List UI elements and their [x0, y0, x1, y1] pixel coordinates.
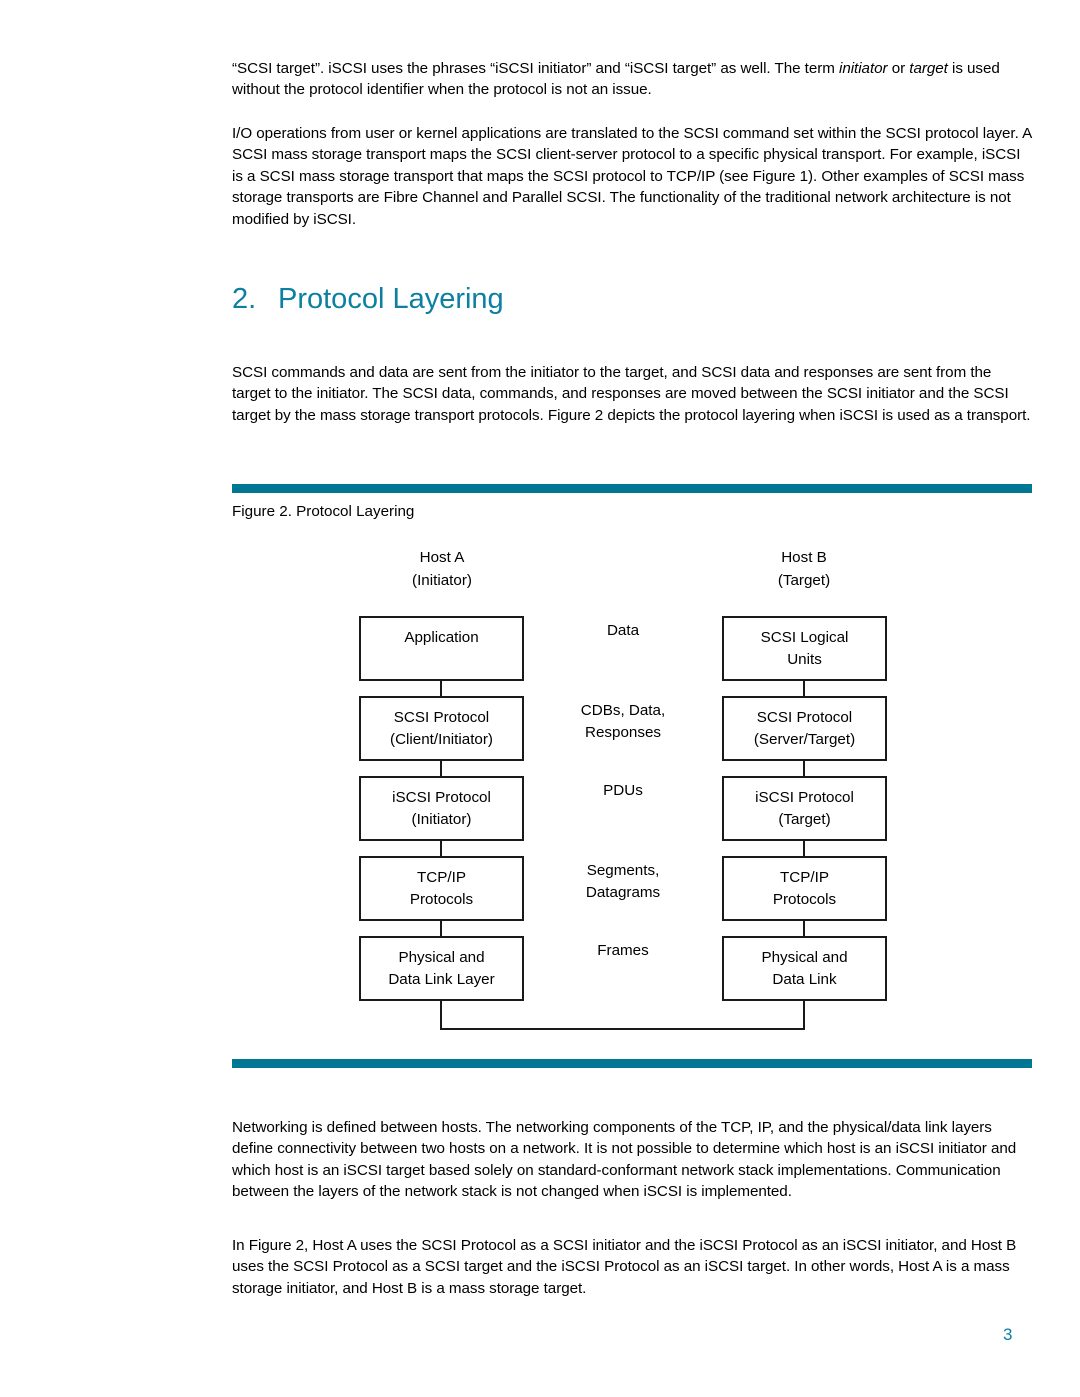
right-layer-box-physical-datalink: Physical and Data Link: [722, 936, 887, 1001]
paragraph-5-block: In Figure 2, Host A uses the SCSI Protoc…: [232, 1235, 1032, 1299]
paragraph-4-block: Networking is defined between hosts. The…: [232, 1117, 1032, 1203]
mid-4-line1: Frames: [597, 942, 649, 959]
right-connector-3: [803, 921, 805, 936]
paragraph-1: “SCSI target”. iSCSI uses the phrases “i…: [232, 58, 1032, 101]
left-box-2-line1: iSCSI Protocol: [392, 789, 491, 806]
middle-label-pdus: PDUs: [533, 780, 713, 802]
page-number: 3: [1003, 1325, 1013, 1344]
mid-2-line1: PDUs: [603, 782, 643, 799]
middle-label-cdbs: CDBs, Data, Responses: [533, 700, 713, 744]
paragraph-1-block: “SCSI target”. iSCSI uses the phrases “i…: [232, 58, 1032, 101]
left-connector-2: [440, 841, 442, 856]
section-heading-block: 2. Protocol Layering: [232, 283, 1032, 316]
right-box-4-line2: Data Link: [772, 971, 837, 988]
host-b-role: (Target): [777, 572, 831, 589]
host-b-name: Host B: [781, 549, 827, 566]
figure-2-diagram: Host A (Initiator) Host B (Target) Appli…: [232, 540, 1032, 1040]
mid-3-line1: Segments,: [586, 862, 660, 879]
left-box-2-line2: (Initiator): [411, 811, 472, 828]
section-title: Protocol Layering: [278, 283, 504, 315]
p1-italic-initiator: initiator: [839, 60, 888, 77]
right-box-2-line2: (Target): [778, 811, 831, 828]
right-connector-2: [803, 841, 805, 856]
left-connector-1: [440, 761, 442, 776]
host-a-label: Host A (Initiator): [342, 546, 542, 592]
host-a-name: Host A: [419, 549, 465, 566]
document-page: “SCSI target”. iSCSI uses the phrases “i…: [0, 0, 1080, 1397]
left-box-3-line1: TCP/IP: [417, 869, 466, 886]
paragraph-3: SCSI commands and data are sent from the…: [232, 364, 1031, 424]
p1-part-a: “SCSI target”. iSCSI uses the phrases “i…: [232, 60, 840, 77]
host-b-label: Host B (Target): [704, 546, 904, 592]
right-box-0-line2: Units: [787, 651, 822, 668]
mid-1-line2: Responses: [585, 724, 661, 741]
mid-0-line1: Data: [606, 622, 640, 639]
figure-top-rule: [232, 484, 1032, 493]
paragraph-2-block: I/O operations from user or kernel appli…: [232, 123, 1032, 230]
right-connector-1: [803, 761, 805, 776]
paragraph-4: Networking is defined between hosts. The…: [232, 1119, 1017, 1201]
paragraph-2: I/O operations from user or kernel appli…: [232, 125, 1032, 228]
left-layer-box-physical-datalink: Physical and Data Link Layer: [359, 936, 524, 1001]
bottom-connector-right-vertical: [803, 1001, 805, 1030]
middle-label-frames: Frames: [533, 940, 713, 962]
figure-bottom-rule: [232, 1059, 1032, 1068]
host-a-role: (Initiator): [412, 572, 472, 589]
right-box-0-line1: SCSI Logical: [760, 629, 849, 646]
left-box-3-line2: Protocols: [409, 891, 474, 908]
right-layer-box-tcpip: TCP/IP Protocols: [722, 856, 887, 921]
left-connector-3: [440, 921, 442, 936]
middle-label-data: Data: [533, 620, 713, 642]
left-layer-box-iscsi-protocol: iSCSI Protocol (Initiator): [359, 776, 524, 841]
mid-3-line2: Datagrams: [585, 884, 661, 901]
right-connector-0: [803, 681, 805, 696]
p1-italic-target: target: [909, 60, 948, 77]
figure-bottom-rule-block: [232, 1059, 1032, 1068]
left-layer-box-application: Application: [359, 616, 524, 681]
left-box-4-line1: Physical and: [398, 949, 485, 966]
figure-top-rule-block: Figure 2. Protocol Layering: [232, 484, 1032, 520]
left-box-0-line1: Application: [404, 629, 479, 646]
p1-part-b: or: [887, 60, 910, 77]
page-title: 2. Protocol Layering: [232, 283, 1032, 316]
protocol-layering-diagram: Host A (Initiator) Host B (Target) Appli…: [232, 540, 1032, 1040]
left-layer-box-scsi-protocol: SCSI Protocol (Client/Initiator): [359, 696, 524, 761]
right-box-2-line1: iSCSI Protocol: [755, 789, 854, 806]
right-box-1-line2: (Server/Target): [753, 731, 856, 748]
right-box-3-line1: TCP/IP: [780, 869, 829, 886]
right-box-1-line1: SCSI Protocol: [756, 709, 853, 726]
left-connector-0: [440, 681, 442, 696]
left-box-1-line2: (Client/Initiator): [390, 731, 493, 748]
left-box-1-line1: SCSI Protocol: [393, 709, 490, 726]
middle-label-segments: Segments, Datagrams: [533, 860, 713, 904]
left-box-4-line2: Data Link Layer: [388, 971, 495, 988]
right-layer-box-iscsi-protocol: iSCSI Protocol (Target): [722, 776, 887, 841]
bottom-connector-horizontal: [440, 1028, 805, 1030]
left-layer-box-tcpip: TCP/IP Protocols: [359, 856, 524, 921]
right-layer-box-scsi-logical-units: SCSI Logical Units: [722, 616, 887, 681]
paragraph-3-block: SCSI commands and data are sent from the…: [232, 362, 1032, 426]
right-layer-box-scsi-protocol: SCSI Protocol (Server/Target): [722, 696, 887, 761]
section-number: 2.: [232, 283, 257, 315]
figure-caption: Figure 2. Protocol Layering: [232, 503, 415, 520]
bottom-connector-left-vertical: [440, 1001, 442, 1030]
right-box-3-line2: Protocols: [772, 891, 837, 908]
paragraph-5: In Figure 2, Host A uses the SCSI Protoc…: [232, 1237, 1017, 1297]
mid-1-line1: CDBs, Data,: [580, 702, 666, 719]
right-box-4-line1: Physical and: [761, 949, 848, 966]
